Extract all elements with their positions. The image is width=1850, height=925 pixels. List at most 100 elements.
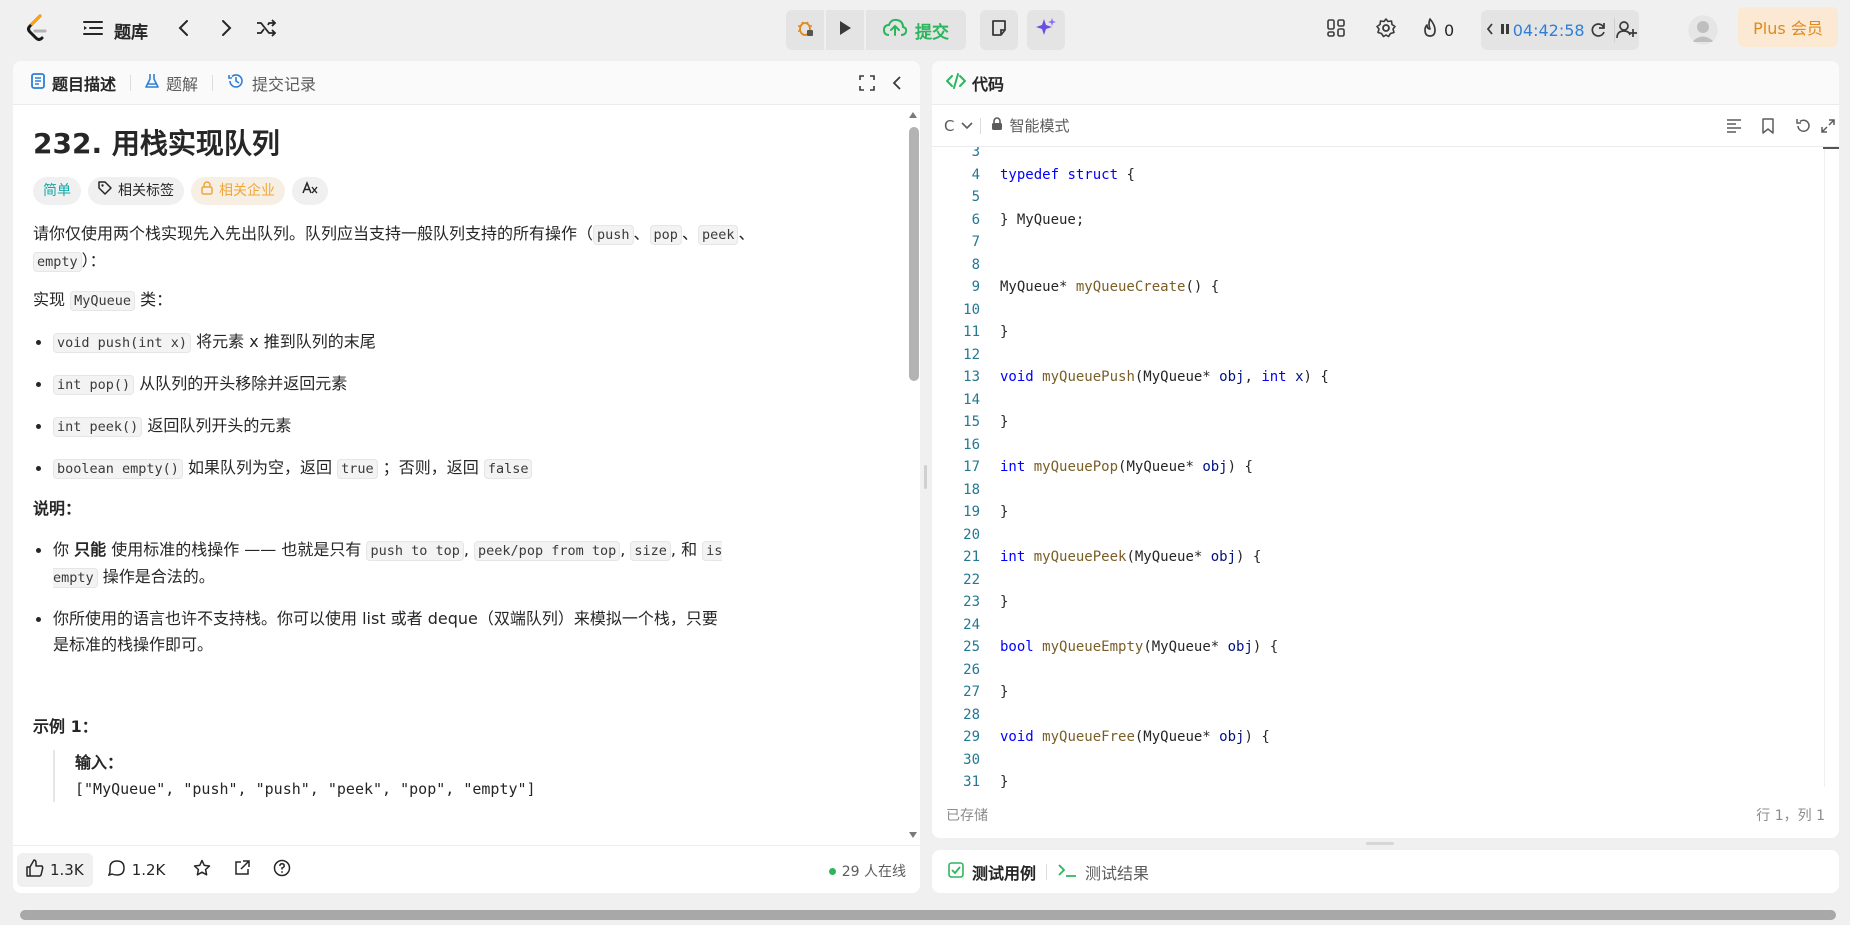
problem-list-button[interactable]: 题库 <box>82 18 148 43</box>
sparkle-icon <box>1035 17 1057 43</box>
submit-button[interactable]: 提交 <box>866 10 966 50</box>
code-token: int <box>1000 549 1026 565</box>
help-button[interactable] <box>264 853 300 887</box>
code-line: 3 <box>932 147 1832 164</box>
code-line: 10 <box>932 299 1832 322</box>
separator: 、 <box>633 224 650 243</box>
example-input: ["MyQueue", "push", "push", "peek", "pop… <box>75 780 536 798</box>
prev-problem-button[interactable] <box>172 18 196 42</box>
code-line: 5 <box>932 186 1832 209</box>
scrollbar[interactable] <box>906 111 919 839</box>
code-token: } <box>1000 594 1009 610</box>
topic-tags-button[interactable]: 相关标签 <box>88 177 184 205</box>
layout-button[interactable] <box>1324 18 1348 42</box>
code-line: 18 <box>932 479 1832 502</box>
tab-solutions-label: 题解 <box>166 74 199 94</box>
settings-button[interactable] <box>1374 18 1398 42</box>
pause-icon[interactable] <box>1499 21 1511 40</box>
run-button[interactable] <box>826 10 864 50</box>
smart-mode-toggle[interactable]: 智能模式 <box>991 115 1070 136</box>
timer-group: 04:42:58 <box>1481 10 1639 50</box>
testcase-tab-bar: 测试用例 测试结果 <box>932 850 1839 893</box>
company-tags-button[interactable]: 相关企业 <box>191 177 285 205</box>
tab-description[interactable]: 题目描述 <box>31 71 116 95</box>
code-line: 6} MyQueue; <box>932 209 1832 232</box>
line-number: 13 <box>963 369 980 385</box>
note-button[interactable] <box>980 10 1018 50</box>
streak-counter[interactable]: 0 <box>1422 18 1454 42</box>
line-content <box>980 704 1000 727</box>
gear-icon <box>1375 17 1397 43</box>
line-number: 14 <box>963 391 980 408</box>
line-number: 17 <box>963 459 980 475</box>
fullscreen-icon[interactable] <box>856 72 878 94</box>
random-problem-button[interactable] <box>254 18 278 42</box>
ai-assistant-button[interactable] <box>1027 10 1065 50</box>
comments-button[interactable]: 1.2K <box>99 853 175 887</box>
layout-icon <box>1326 18 1346 42</box>
inline-code: boolean empty() <box>53 459 183 479</box>
debug-button[interactable] <box>786 10 824 50</box>
panel-resize-handle[interactable] <box>924 465 927 489</box>
code-token: () { <box>1185 279 1220 295</box>
document-icon <box>31 72 45 93</box>
scrollbar-thumb[interactable] <box>20 910 1836 920</box>
example-block: 输入： ["MyQueue", "push", "push", "peek", … <box>53 750 889 802</box>
line-number: 5 <box>971 189 980 205</box>
list-item: boolean empty() 如果队列为空，返回 true ；否则，返回 fa… <box>33 455 889 482</box>
reset-code-icon[interactable] <box>1792 115 1814 137</box>
tab-solutions[interactable]: 题解 <box>145 71 198 95</box>
code-editor[interactable]: 3 4 typedef struct {5 6} MyQueue; 7 8 9 MyQueue… <box>932 147 1832 789</box>
description-panel: 题目描述 题解 提交记录 232. 用栈实现队列 简单 相关标签 相关企业 请你… <box>13 61 920 893</box>
like-button[interactable]: 1.3K <box>17 852 93 887</box>
code-token: (MyQueue* <box>1118 459 1203 475</box>
code-icon <box>945 72 967 93</box>
code-token: obj <box>1219 729 1245 745</box>
line-number: 6 <box>971 211 980 228</box>
notes-heading: 说明： <box>33 499 82 518</box>
line-content: } <box>980 501 1008 524</box>
language-select[interactable]: C <box>944 117 974 135</box>
format-code-icon[interactable] <box>1723 115 1745 137</box>
timer-collapse-button[interactable] <box>1481 10 1499 50</box>
reset-icon[interactable] <box>1589 10 1608 50</box>
code-line: 27} <box>932 681 1832 704</box>
note-text: 操作是合法的。 <box>97 567 215 586</box>
tab-submissions[interactable]: 提交记录 <box>227 71 316 95</box>
tab-testcases[interactable]: 测试用例 <box>948 860 1036 884</box>
method-description: 将元素 x 推到队列的末尾 <box>191 332 376 351</box>
favorite-button[interactable] <box>184 853 220 887</box>
next-problem-button[interactable] <box>214 18 238 42</box>
line-content: } <box>980 321 1008 344</box>
tab-results[interactable]: 测试结果 <box>1057 860 1149 884</box>
online-indicator <box>828 867 836 875</box>
horizontal-scrollbar[interactable] <box>16 908 1838 922</box>
collapse-panel-icon[interactable] <box>886 72 908 94</box>
avatar[interactable] <box>1688 15 1718 45</box>
bookmark-icon[interactable] <box>1757 115 1779 137</box>
code-line: 15} <box>932 411 1832 434</box>
code-token: , <box>1244 369 1262 385</box>
line-number: 8 <box>971 256 980 273</box>
code-token: obj <box>1219 369 1245 385</box>
scrollbar-thumb[interactable] <box>909 127 919 381</box>
translate-button[interactable] <box>292 177 328 205</box>
add-user-icon[interactable] <box>1615 10 1639 50</box>
note-text: 你所使用的语言也许不支持栈。你可以使用 list 或者 deque（双端队列）来… <box>53 609 718 654</box>
plus-membership-button[interactable]: Plus 会员 <box>1738 7 1838 47</box>
code-token: myQueueEmpty <box>1042 639 1144 655</box>
terminal-icon <box>1057 862 1077 882</box>
list-item: void push(int x) 将元素 x 推到队列的末尾 <box>33 329 889 356</box>
difficulty-badge[interactable]: 简单 <box>33 177 81 205</box>
line-number: 3 <box>971 147 980 160</box>
share-button[interactable] <box>224 853 260 887</box>
cloud-upload-icon <box>882 18 908 43</box>
vertical-resize-handle[interactable] <box>1366 842 1394 845</box>
editor-status-bar: 已存储 行 1，列 1 <box>932 792 1839 838</box>
testcase-panel: 测试用例 测试结果 <box>932 850 1839 893</box>
divider <box>980 117 982 134</box>
expand-icon[interactable] <box>1817 115 1839 137</box>
logo-icon[interactable] <box>26 14 50 44</box>
line-number: 11 <box>963 324 980 340</box>
